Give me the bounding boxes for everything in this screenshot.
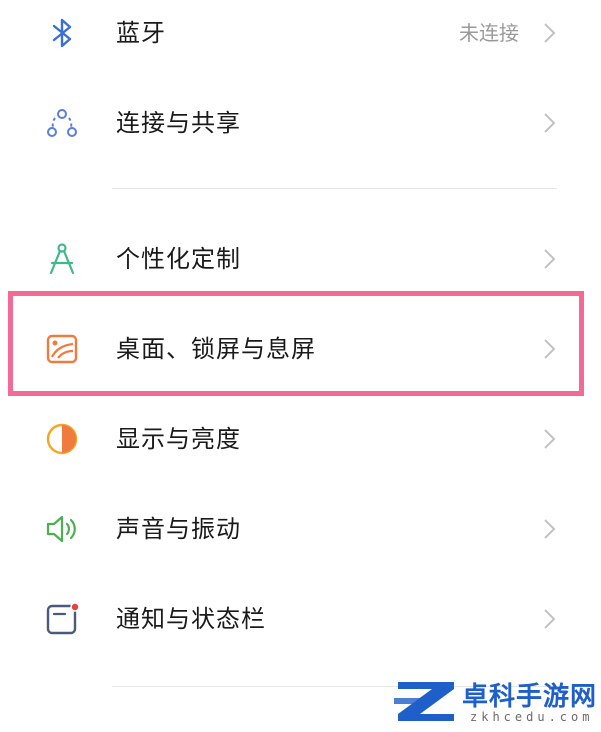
watermark-title: 卓科手游网 bbox=[462, 682, 598, 712]
notification-icon bbox=[46, 602, 80, 635]
settings-item-display-brightness[interactable]: 显示与亮度 bbox=[0, 403, 601, 475]
settings-item-label: 声音与振动 bbox=[116, 515, 241, 543]
settings-item-label: 个性化定制 bbox=[116, 245, 241, 273]
speaker-icon bbox=[46, 515, 76, 543]
section-divider bbox=[112, 188, 557, 189]
settings-item-label: 蓝牙 bbox=[116, 19, 166, 47]
settings-item-connection-share[interactable]: 连接与共享 bbox=[0, 87, 601, 159]
chevron-right-icon bbox=[544, 429, 556, 449]
brightness-icon bbox=[46, 423, 78, 455]
settings-item-bluetooth[interactable]: 蓝牙 未连接 bbox=[0, 0, 601, 69]
chevron-right-icon bbox=[544, 249, 556, 269]
chevron-right-icon bbox=[544, 113, 556, 133]
bluetooth-status: 未连接 bbox=[459, 21, 519, 45]
settings-item-label: 连接与共享 bbox=[116, 109, 241, 137]
chevron-right-icon bbox=[544, 23, 556, 43]
settings-item-label: 显示与亮度 bbox=[116, 425, 241, 453]
settings-item-notification-statusbar[interactable]: 通知与状态栏 bbox=[0, 583, 601, 655]
bluetooth-icon bbox=[52, 18, 72, 48]
highlight-frame bbox=[8, 291, 584, 396]
chevron-right-icon bbox=[544, 609, 556, 629]
connection-share-icon bbox=[47, 109, 77, 137]
watermark-subtitle: zkhcedu.com bbox=[470, 710, 594, 724]
settings-item-sound-vibration[interactable]: 声音与振动 bbox=[0, 493, 601, 565]
settings-item-label: 通知与状态栏 bbox=[116, 605, 266, 633]
settings-item-personalization[interactable]: 个性化定制 bbox=[0, 223, 601, 295]
chevron-right-icon bbox=[544, 519, 556, 539]
watermark-logo bbox=[394, 682, 454, 721]
compass-icon bbox=[49, 243, 75, 275]
watermark: 卓科手游网 zkhcedu.com bbox=[392, 672, 597, 730]
